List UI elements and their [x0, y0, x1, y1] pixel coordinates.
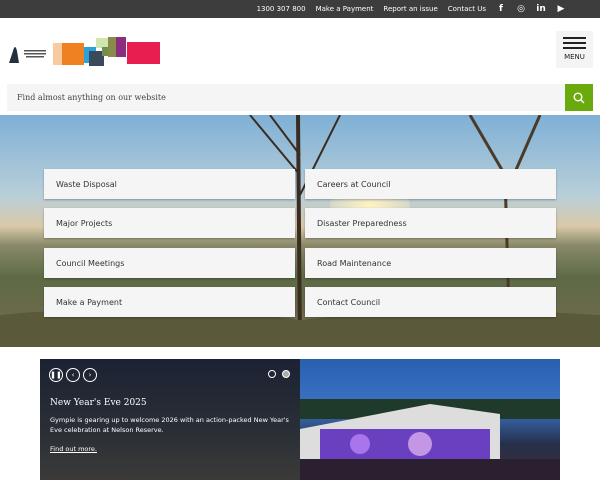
facebook-icon[interactable]: f: [496, 4, 506, 14]
slide-dot-1[interactable]: [268, 370, 276, 378]
contact-us-link[interactable]: Contact Us: [448, 5, 486, 13]
make-payment-link[interactable]: Make a Payment: [316, 5, 374, 13]
chevron-left-icon[interactable]: ‹: [66, 368, 80, 382]
quicklink-waste-disposal[interactable]: Waste Disposal: [44, 169, 295, 199]
quicklink-major-projects[interactable]: Major Projects: [44, 208, 295, 238]
search-button[interactable]: [565, 84, 593, 111]
carousel-text: Gympie is gearing up to welcome 2026 wit…: [50, 416, 289, 434]
quicklink-council-meetings[interactable]: Council Meetings: [44, 248, 295, 278]
carousel-image: [300, 359, 560, 480]
menu-button[interactable]: MENU: [556, 31, 593, 68]
phone-link[interactable]: 1300 307 800: [257, 5, 306, 13]
stage-photo: [300, 399, 560, 480]
find-out-more-link[interactable]: Find out more.: [50, 445, 97, 453]
instagram-icon[interactable]: ◎: [516, 4, 526, 14]
search-input[interactable]: [7, 84, 565, 111]
quicklink-road-maintenance[interactable]: Road Maintenance: [305, 248, 556, 278]
quicklink-contact-council[interactable]: Contact Council: [305, 287, 556, 317]
linkedin-icon[interactable]: in: [536, 4, 546, 14]
quicklink-make-payment[interactable]: Make a Payment: [44, 287, 295, 317]
carousel-title: New Year's Eve 2025: [50, 398, 147, 408]
site-search: [7, 84, 593, 111]
slide-dot-2[interactable]: [282, 370, 290, 378]
carousel-caption-panel: ❚❚ ‹ › New Year's Eve 2025 Gympie is gea…: [40, 359, 300, 480]
pause-icon[interactable]: ❚❚: [49, 368, 63, 382]
menu-label: MENU: [564, 53, 585, 61]
search-icon: [573, 92, 585, 103]
top-utility-bar: 1300 307 800 Make a Payment Report an is…: [0, 0, 600, 18]
youtube-icon[interactable]: ▶: [556, 4, 566, 14]
quicklink-disaster-preparedness[interactable]: Disaster Preparedness: [305, 208, 556, 238]
report-issue-link[interactable]: Report an issue: [383, 5, 437, 13]
chevron-right-icon[interactable]: ›: [83, 368, 97, 382]
news-carousel: ❚❚ ‹ › New Year's Eve 2025 Gympie is gea…: [40, 359, 560, 480]
quicklink-careers[interactable]: Careers at Council: [305, 169, 556, 199]
council-logo[interactable]: [7, 37, 162, 67]
